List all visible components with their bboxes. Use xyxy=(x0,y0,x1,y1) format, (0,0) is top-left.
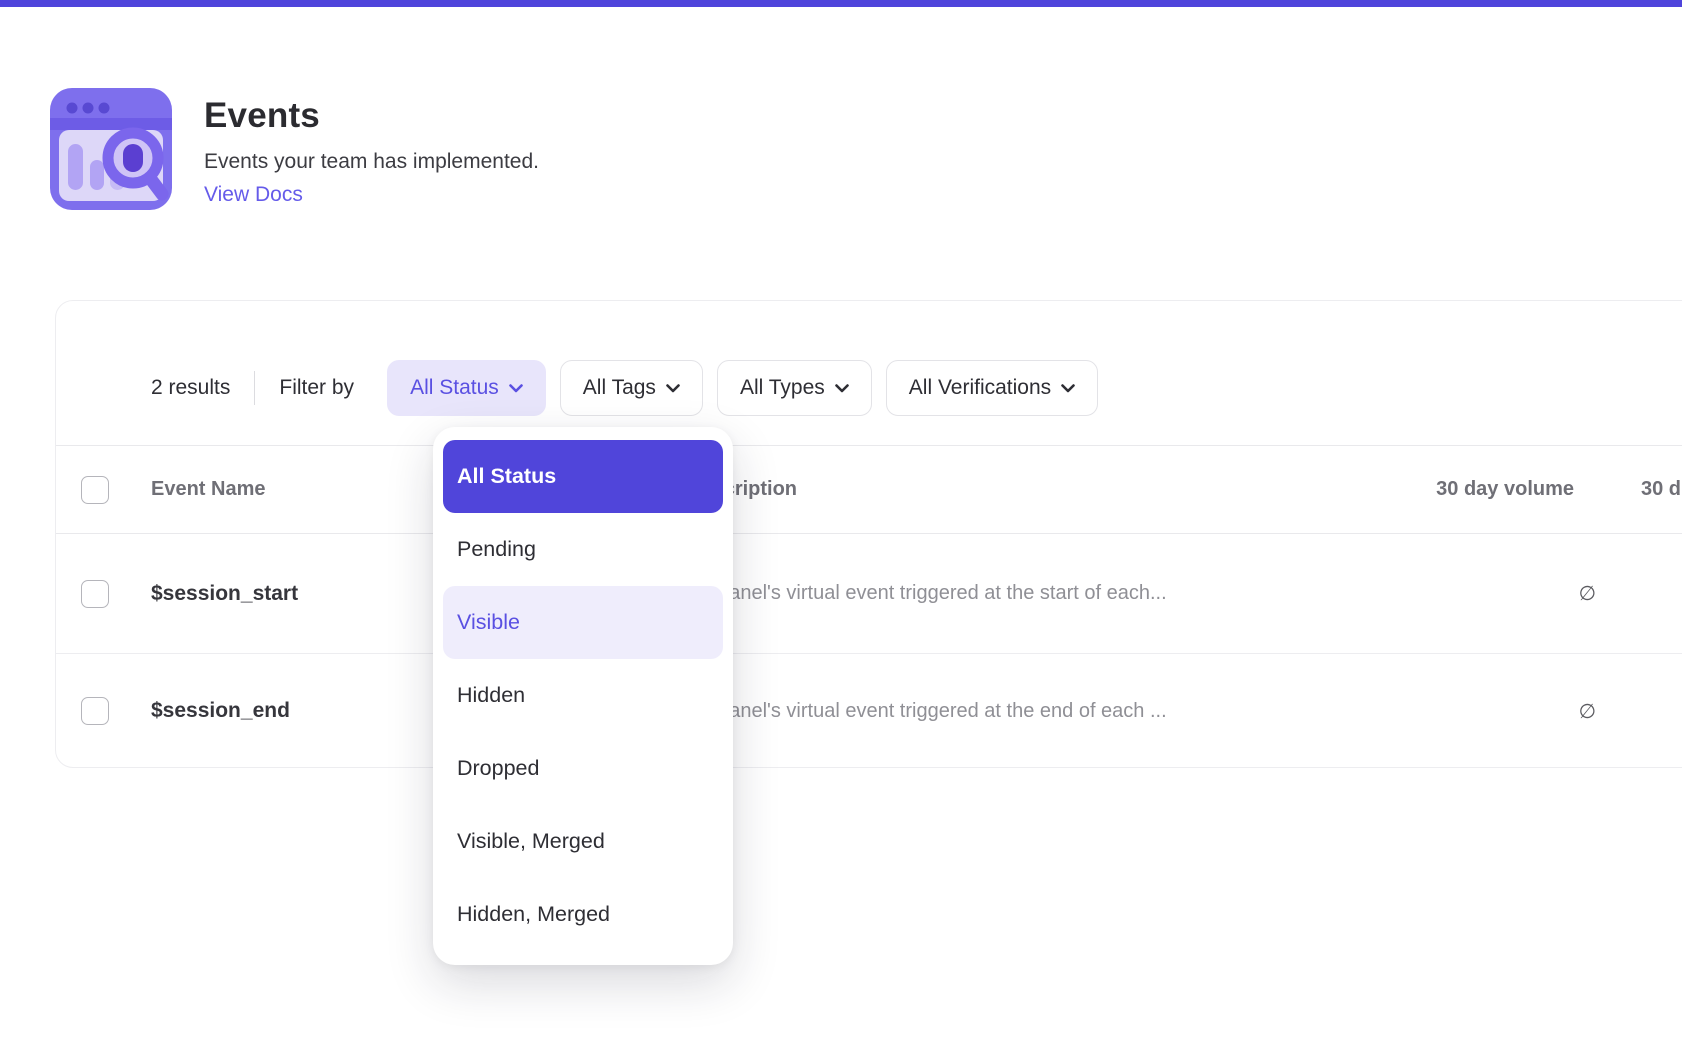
dropdown-item-hidden-merged[interactable]: Hidden, Merged xyxy=(443,878,723,951)
volume-cell: ∅ xyxy=(1261,534,1596,653)
dropdown-item-pending[interactable]: Pending xyxy=(443,513,723,586)
view-docs-link[interactable]: View Docs xyxy=(204,183,539,207)
page-subtitle: Events your team has implemented. xyxy=(204,150,539,174)
results-count: 2 results xyxy=(151,376,230,400)
dropdown-item-dropped[interactable]: Dropped xyxy=(443,732,723,805)
types-filter-button[interactable]: All Types xyxy=(717,360,872,416)
chevron-down-icon xyxy=(509,384,523,393)
filter-by-label: Filter by xyxy=(279,376,354,400)
dropdown-item-visible-merged[interactable]: Visible, Merged xyxy=(443,805,723,878)
verifications-filter-button[interactable]: All Verifications xyxy=(886,360,1098,416)
table-row[interactable]: $session_end Mixpanel's virtual event tr… xyxy=(56,653,1682,768)
column-header-30-day-volume-truncated[interactable]: 30 d xyxy=(1596,446,1682,533)
filter-bar: 2 results Filter by All Status All Tags … xyxy=(56,301,1682,445)
column-header-description[interactable]: Description xyxy=(687,446,1261,533)
row-checkbox[interactable] xyxy=(81,580,109,608)
types-filter-label: All Types xyxy=(740,376,825,400)
chevron-down-icon xyxy=(835,384,849,393)
dropdown-item-hidden[interactable]: Hidden xyxy=(443,659,723,732)
row-checkbox[interactable] xyxy=(81,697,109,725)
tags-filter-label: All Tags xyxy=(583,376,656,400)
event-description-cell: Mixpanel's virtual event triggered at th… xyxy=(687,654,1261,768)
page-title: Events xyxy=(204,96,539,136)
events-browser-chart-icon xyxy=(50,88,172,210)
status-filter-label: All Status xyxy=(410,376,499,400)
volume-cell: ∅ xyxy=(1261,654,1596,768)
dropdown-item-visible[interactable]: Visible xyxy=(443,586,723,659)
dropdown-item-all-status[interactable]: All Status xyxy=(443,440,723,513)
divider xyxy=(254,371,255,405)
page-header: Events Events your team has implemented.… xyxy=(50,88,539,210)
chevron-down-icon xyxy=(666,384,680,393)
tags-filter-button[interactable]: All Tags xyxy=(560,360,703,416)
chevron-down-icon xyxy=(1061,384,1075,393)
top-accent-bar xyxy=(0,0,1682,7)
verifications-filter-label: All Verifications xyxy=(909,376,1051,400)
table-row[interactable]: $session_start Mixpanel's virtual event … xyxy=(56,534,1682,653)
column-header-30-day-volume[interactable]: 30 day volume xyxy=(1261,446,1596,533)
events-table-card: 2 results Filter by All Status All Tags … xyxy=(55,300,1682,768)
table-header-row: Event Name Description 30 day volume 30 … xyxy=(56,445,1682,534)
status-filter-dropdown: All Status Pending Visible Hidden Droppe… xyxy=(433,427,733,965)
select-all-checkbox[interactable] xyxy=(81,476,109,504)
status-filter-button[interactable]: All Status xyxy=(387,360,546,416)
event-description-cell: Mixpanel's virtual event triggered at th… xyxy=(687,534,1261,653)
